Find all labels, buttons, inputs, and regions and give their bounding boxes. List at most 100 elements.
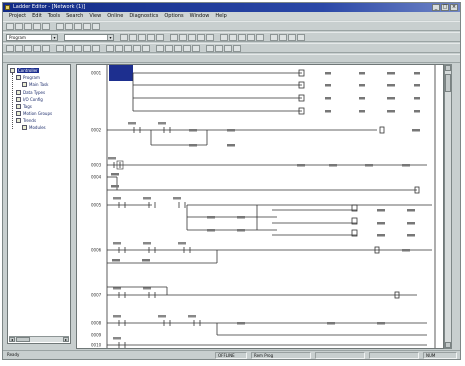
menu-view[interactable]: View [89, 12, 101, 20]
program-select[interactable]: Program ▾ [6, 33, 58, 41]
toolbar-button-7[interactable] [65, 22, 73, 30]
program-toolbar-button-9[interactable] [197, 33, 205, 41]
tree-horizontal-scrollbar[interactable]: ◂ ▸ [9, 336, 69, 342]
tree-item-io-config[interactable]: I/O Config [16, 96, 43, 102]
program-toolbar-buttons [120, 33, 305, 41]
minimize-button[interactable]: _ [432, 4, 440, 11]
toolbar-button-4[interactable] [33, 22, 41, 30]
close-button[interactable]: × [450, 4, 458, 11]
menu-options[interactable]: Options [164, 12, 183, 20]
toolbar-button-1[interactable] [6, 22, 14, 30]
operand-text [359, 97, 365, 100]
program-toolbar-button-1[interactable] [120, 33, 128, 41]
tree-item-label: Trends [23, 117, 37, 123]
tree-item-motion-groups[interactable]: Motion Groups [16, 110, 52, 116]
program-toolbar-button-18[interactable] [288, 33, 296, 41]
menu-search[interactable]: Search [66, 12, 83, 20]
program-toolbar-button-11[interactable] [220, 33, 228, 41]
instruction-button-16[interactable] [156, 44, 164, 52]
tree-item-label: Main Task [29, 81, 49, 87]
instruction-button-6[interactable] [56, 44, 64, 52]
instruction-button-24[interactable] [233, 44, 241, 52]
menu-window[interactable]: Window [190, 12, 210, 20]
menu-tools[interactable]: Tools [48, 12, 60, 20]
ladder-diagram[interactable]: 0001 0002 0003 0004 0005 0006 0007 0008 0009 0010 [77, 65, 444, 349]
instruction-button-20[interactable] [192, 44, 200, 52]
scrollbar-thumb[interactable] [16, 337, 30, 342]
toolbar-button-5[interactable] [42, 22, 50, 30]
tree-item-program[interactable]: Program [16, 74, 40, 80]
scroll-down-icon[interactable] [445, 342, 451, 348]
menu-project[interactable]: Project [9, 12, 26, 20]
program-toolbar-button-17[interactable] [279, 33, 287, 41]
operand-text [414, 84, 420, 87]
tree-item-data-types[interactable]: Data Types [16, 89, 45, 95]
instruction-button-18[interactable] [174, 44, 182, 52]
toolbar-separator [265, 34, 269, 41]
instruction-button-19[interactable] [183, 44, 191, 52]
instruction-button-23[interactable] [224, 44, 232, 52]
program-toolbar-button-8[interactable] [188, 33, 196, 41]
instruction-button-13[interactable] [124, 44, 132, 52]
instruction-button-5[interactable] [42, 44, 50, 52]
editor-vertical-scrollbar[interactable] [444, 64, 452, 349]
maximize-button[interactable]: □ [441, 4, 449, 11]
instruction-button-22[interactable] [215, 44, 223, 52]
toolbar-button-6[interactable] [56, 22, 64, 30]
ladder-editor[interactable]: 0001 0002 0003 0004 0005 0006 0007 0008 0009 0010 [76, 64, 444, 349]
toolbar-button-2[interactable] [15, 22, 23, 30]
tree-item-trends[interactable]: Trends [16, 117, 36, 123]
tree-item-main-task[interactable]: Main Task [22, 81, 48, 87]
instruction-button-4[interactable] [33, 44, 41, 52]
program-toolbar-button-6[interactable] [170, 33, 178, 41]
menu-online[interactable]: Online [107, 12, 123, 20]
scroll-up-icon[interactable] [445, 65, 451, 71]
instruction-button-1[interactable] [6, 44, 14, 52]
toolbar-button-3[interactable] [24, 22, 32, 30]
toolbar-button-8[interactable] [74, 22, 82, 30]
program-toolbar-button-12[interactable] [229, 33, 237, 41]
program-toolbar-button-3[interactable] [138, 33, 146, 41]
program-toolbar-button-2[interactable] [129, 33, 137, 41]
program-toolbar-button-10[interactable] [206, 33, 214, 41]
program-toolbar-button-4[interactable] [147, 33, 155, 41]
routine-select[interactable]: ▾ [64, 33, 114, 41]
instruction-button-17[interactable] [165, 44, 173, 52]
program-toolbar-button-19[interactable] [297, 33, 305, 41]
scrollbar-thumb[interactable] [445, 74, 451, 92]
tree-item-controller[interactable]: Controller [10, 67, 39, 73]
tree-item-label: I/O Config [23, 96, 43, 102]
scroll-right-icon[interactable]: ▸ [63, 337, 69, 342]
program-toolbar-button-14[interactable] [247, 33, 255, 41]
menu-diagnostics[interactable]: Diagnostics [129, 12, 158, 20]
instruction-button-2[interactable] [15, 44, 23, 52]
toolbar-button-9[interactable] [83, 22, 91, 30]
instruction-button-15[interactable] [142, 44, 150, 52]
menu-help[interactable]: Help [215, 12, 226, 20]
operand-text [325, 72, 331, 75]
program-toolbar-button-5[interactable] [156, 33, 164, 41]
project-tree: Controller Program Main Task Data Types … [7, 64, 71, 344]
instruction-button-14[interactable] [133, 44, 141, 52]
menu-edit[interactable]: Edit [32, 12, 42, 20]
instruction-button-7[interactable] [65, 44, 73, 52]
operand-text [325, 84, 331, 87]
tree-item-modules[interactable]: Modules [22, 124, 46, 130]
scroll-left-icon[interactable]: ◂ [9, 337, 15, 342]
program-toolbar-button-16[interactable] [270, 33, 278, 41]
instruction-button-3[interactable] [24, 44, 32, 52]
instruction-button-10[interactable] [92, 44, 100, 52]
program-toolbar-button-15[interactable] [256, 33, 264, 41]
coil-mark [379, 126, 385, 134]
instruction-button-12[interactable] [115, 44, 123, 52]
instruction-button-8[interactable] [74, 44, 82, 52]
toolbar-button-10[interactable] [92, 22, 100, 30]
operand-text [377, 234, 385, 237]
toolbar-separator [215, 34, 219, 41]
tree-item-tags[interactable]: Tags [16, 103, 32, 109]
program-toolbar-button-7[interactable] [179, 33, 187, 41]
program-toolbar-button-13[interactable] [238, 33, 246, 41]
instruction-button-11[interactable] [106, 44, 114, 52]
instruction-button-9[interactable] [83, 44, 91, 52]
instruction-button-21[interactable] [206, 44, 214, 52]
